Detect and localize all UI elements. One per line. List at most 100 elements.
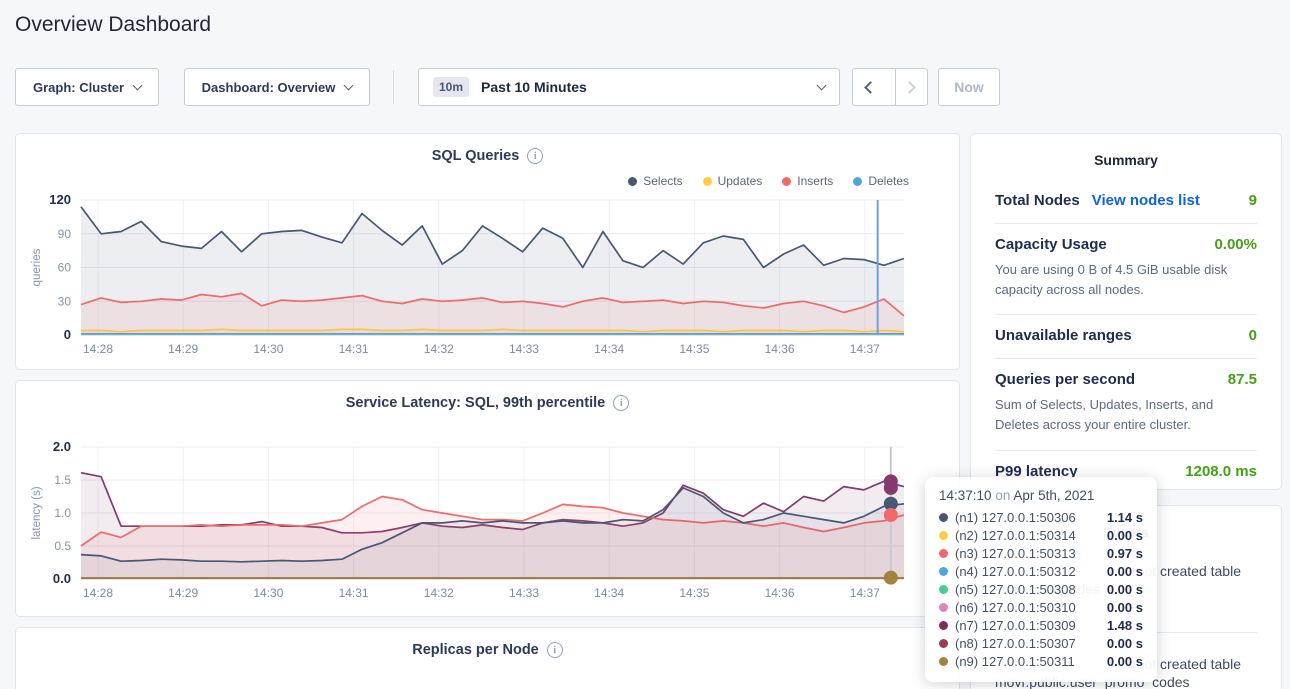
summary-item: Unavailable ranges0 <box>995 327 1257 344</box>
tooltip-row: (n6) 127.0.0.1:503100.00 s <box>939 598 1143 616</box>
chart-hover-tooltip: 14:37:10 on Apr 5th, 2021 (n1) 127.0.0.1… <box>925 477 1157 682</box>
dashboard-dropdown[interactable]: Dashboard: Overview <box>184 68 370 106</box>
tooltip-row: (n1) 127.0.0.1:503061.14 s <box>939 508 1143 526</box>
tooltip-row: (n4) 127.0.0.1:50312 0.00 s <box>939 562 1143 580</box>
tooltip-value: 0.00 s <box>1107 528 1143 543</box>
time-range-dropdown[interactable]: 10m Past 10 Minutes <box>418 68 840 106</box>
time-prev-button[interactable] <box>853 69 885 105</box>
summary-title: Summary <box>995 152 1257 168</box>
latency-chart-card: Service Latency: SQL, 99th percentile i … <box>15 380 960 617</box>
svg-text:14:32: 14:32 <box>424 586 454 600</box>
summary-item: Total Nodes View nodes list 9 <box>995 192 1257 209</box>
time-range-label: Past 10 Minutes <box>481 79 587 95</box>
svg-text:14:33: 14:33 <box>509 342 539 356</box>
summary-item-value: 87.5 <box>1228 371 1257 388</box>
now-button[interactable]: Now <box>938 68 1000 106</box>
tooltip-timestamp: 14:37:10 on Apr 5th, 2021 <box>939 488 1143 503</box>
svg-text:14:37: 14:37 <box>850 342 880 356</box>
svg-text:14:28: 14:28 <box>83 586 113 600</box>
tooltip-value: 1.48 s <box>1107 618 1143 633</box>
svg-text:30: 30 <box>58 294 72 308</box>
summary-item: Capacity Usage0.00%You are using 0 B of … <box>995 236 1257 300</box>
tooltip-node: (n5) 127.0.0.1:50308 <box>955 582 1076 597</box>
series-dot-icon <box>939 657 948 666</box>
chevron-down-icon <box>344 80 354 90</box>
svg-text:14:33: 14:33 <box>509 586 539 600</box>
graph-dropdown[interactable]: Graph: Cluster <box>15 68 159 106</box>
summary-item-value: 0 <box>1249 327 1257 344</box>
svg-text:0.0: 0.0 <box>53 571 71 586</box>
summary-item-label: Queries per second <box>995 371 1135 388</box>
svg-text:14:34: 14:34 <box>594 342 624 356</box>
tooltip-node: (n6) 127.0.0.1:50310 <box>955 600 1076 615</box>
tooltip-value: 0.00 s <box>1107 582 1143 597</box>
svg-text:60: 60 <box>58 261 72 275</box>
svg-text:1.5: 1.5 <box>54 473 71 487</box>
series-dot-icon <box>939 603 948 612</box>
chevron-left-icon <box>864 81 877 94</box>
svg-text:0.5: 0.5 <box>54 539 71 553</box>
latency-plot[interactable]: 14:2814:2914:3014:3114:3214:3314:3414:35… <box>16 381 961 618</box>
svg-text:14:35: 14:35 <box>679 342 709 356</box>
summary-item: Queries per second 87.5 Sum of Selects, Up… <box>995 371 1257 435</box>
svg-text:14:30: 14:30 <box>253 342 283 356</box>
view-nodes-list-link[interactable]: View nodes list <box>1092 192 1200 209</box>
series-dot-icon <box>939 513 948 522</box>
tooltip-node: (n9) 127.0.0.1:50311 <box>955 654 1075 669</box>
sql-queries-chart-card: SQL Queries i SelectsUpdatesInsertsDelet… <box>15 133 960 370</box>
sql-queries-plot[interactable]: 14:28 14:29 14:30 14:31 14:32 14:33 14:34 14:35… <box>16 134 961 371</box>
tooltip-row: (n8) 127.0.0.1:50307 0.00 s <box>939 634 1143 652</box>
now-button-label: Now <box>954 79 984 95</box>
summary-item-value: 0.00% <box>1214 236 1257 253</box>
svg-text:1.0: 1.0 <box>54 506 71 520</box>
chevron-down-icon <box>133 80 143 90</box>
svg-text:14:28: 14:28 <box>83 342 113 356</box>
summary-item-label: Total Nodes <box>995 192 1080 209</box>
tooltip-value: 0.00 s <box>1107 636 1143 651</box>
svg-text:90: 90 <box>58 227 72 241</box>
tooltip-row: (n7) 127.0.0.1:50309 1.48 s <box>939 616 1143 634</box>
series-dot-icon <box>939 585 948 594</box>
series-dot-icon <box>939 639 948 648</box>
summary-item-desc: Sum of Selects, Updates, Inserts, and De… <box>995 395 1257 435</box>
summary-divider <box>995 450 1257 451</box>
series-dot-icon <box>939 549 948 558</box>
summary-divider <box>995 223 1257 224</box>
tooltip-row: (n2) 127.0.0.1:50314 0.00 s <box>939 526 1143 544</box>
svg-text:14:37: 14:37 <box>850 586 880 600</box>
svg-text:0: 0 <box>64 327 71 342</box>
svg-text:14:31: 14:31 <box>339 342 369 356</box>
tooltip-node: (n3) 127.0.0.1:50313 <box>955 546 1076 561</box>
toolbar-divider <box>393 70 394 104</box>
series-dot-icon <box>939 531 948 540</box>
tooltip-row: (n5) 127.0.0.1:50308 0.00 s <box>939 580 1143 598</box>
tooltip-value: 0.00 s <box>1107 564 1143 579</box>
summary-item-value: 9 <box>1249 192 1257 209</box>
time-next-button[interactable] <box>895 69 927 105</box>
summary-divider <box>995 358 1257 359</box>
svg-text:queries: queries <box>31 248 43 286</box>
tooltip-node: (n8) 127.0.0.1:50307 <box>955 636 1076 651</box>
dashboard-dropdown-label: Dashboard: Overview <box>202 80 336 95</box>
svg-text:14:34: 14:34 <box>594 586 624 600</box>
info-icon[interactable]: i <box>547 642 563 658</box>
svg-text:14:31: 14:31 <box>339 586 369 600</box>
series-dot-icon <box>939 621 948 630</box>
svg-text:14:32: 14:32 <box>424 342 454 356</box>
replicas-chart-card: Replicas per Node i <box>15 627 960 689</box>
svg-text:14:29: 14:29 <box>168 342 198 356</box>
svg-text:2.0: 2.0 <box>53 439 71 454</box>
chart-title: Replicas per Node <box>412 642 539 658</box>
tooltip-node: (n2) 127.0.0.1:50314 <box>955 528 1076 543</box>
svg-text:120: 120 <box>49 192 71 207</box>
svg-text:latency (s): latency (s) <box>31 486 43 539</box>
summary-divider <box>995 314 1257 315</box>
tooltip-value: 0.97 s <box>1107 546 1143 561</box>
tooltip-value: 0.00 s <box>1107 654 1143 669</box>
tooltip-node: (n4) 127.0.0.1:50312 <box>955 564 1076 579</box>
time-range-badge: 10m <box>433 77 469 97</box>
chevron-down-icon <box>817 80 827 90</box>
svg-text:14:29: 14:29 <box>168 586 198 600</box>
tooltip-node: (n7) 127.0.0.1:50309 <box>955 618 1076 633</box>
svg-text:14:36: 14:36 <box>765 586 795 600</box>
